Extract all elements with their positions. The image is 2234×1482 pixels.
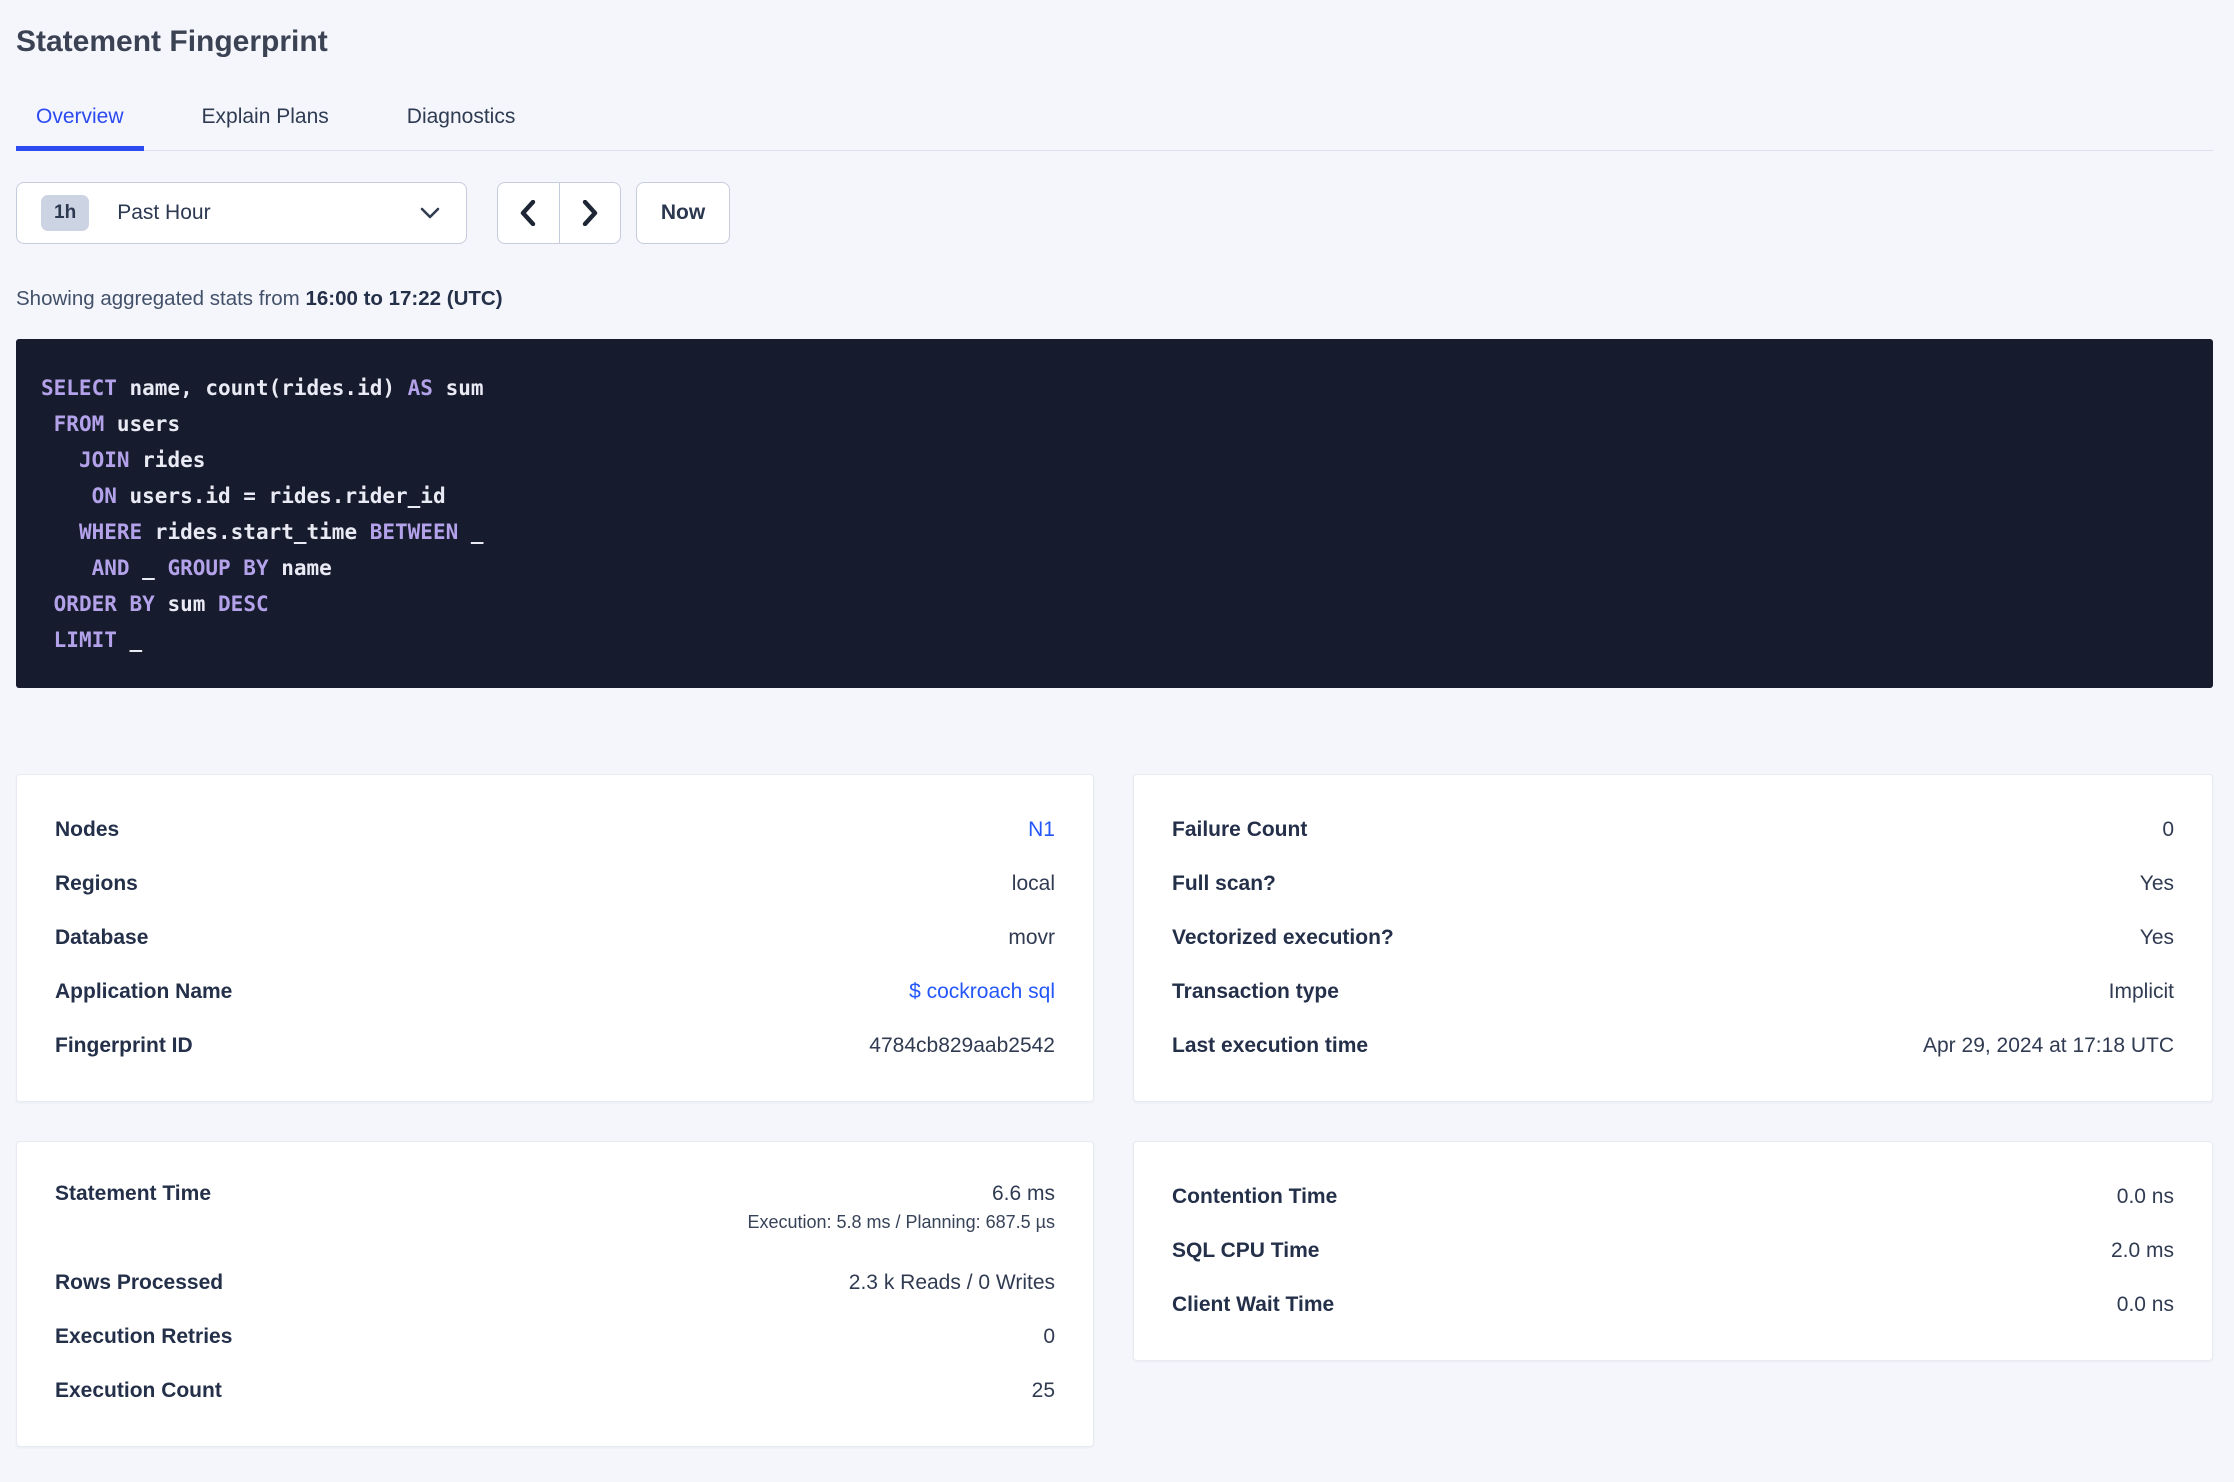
- row-label: Database: [55, 926, 149, 949]
- row-label: Transaction type: [1172, 980, 1339, 1003]
- card-row: Client Wait Time 0.0 ns: [1172, 1278, 2174, 1332]
- tab-explain-plans[interactable]: Explain Plans: [182, 104, 349, 151]
- row-label: Statement Time: [55, 1182, 211, 1205]
- card-row: Last execution time Apr 29, 2024 at 17:18…: [1172, 1019, 2174, 1073]
- interval-badge: 1h: [41, 195, 90, 231]
- row-value-link[interactable]: $ cockroach sql: [909, 980, 1055, 1004]
- time-interval-select[interactable]: 1h Past Hour: [16, 182, 467, 244]
- row-subvalue: Execution: 5.8 ms / Planning: 687.5 µs: [747, 1212, 1055, 1232]
- row-value: 0: [1043, 1325, 1055, 1348]
- sql-line: ORDER BY sum DESC: [53, 592, 269, 616]
- sql-line: AND _ GROUP BY name: [91, 556, 332, 580]
- row-label: Regions: [55, 872, 138, 895]
- row-value: local: [1011, 872, 1055, 895]
- summary-cards: Nodes N1 Regions local Database movr Applicati…: [16, 774, 2213, 1447]
- interval-label: Past Hour: [117, 201, 211, 224]
- row-value: 6.6 ms: [991, 1182, 1055, 1205]
- time-toolbar: 1h Past Hour Now: [16, 182, 2213, 244]
- card-row: Execution Count 25: [55, 1364, 1055, 1418]
- row-value: 0.0 ns: [2116, 1185, 2174, 1208]
- sql-line: SELECT name, count(rides.id) AS sum: [41, 376, 484, 400]
- row-label: Execution Retries: [55, 1325, 233, 1348]
- card-row: Failure Count 0: [1172, 803, 2174, 857]
- row-value: Yes: [2139, 926, 2174, 949]
- prev-interval-button[interactable]: [498, 183, 559, 243]
- row-label: SQL CPU Time: [1172, 1239, 1320, 1262]
- tab-bar: Overview Explain Plans Diagnostics: [16, 104, 2213, 151]
- row-label: Failure Count: [1172, 818, 1308, 841]
- row-label: Application Name: [55, 980, 233, 1003]
- row-value: 0: [2162, 818, 2174, 841]
- aggregated-stats-caption: Showing aggregated stats from 16:00 to 1…: [16, 286, 2213, 312]
- sql-line: JOIN rides: [78, 448, 206, 472]
- sql-line: WHERE rides.start_time BETWEEN _: [78, 520, 484, 544]
- statement-timing-right-card: Contention Time 0.0 ns SQL CPU Time 2.0 ms C…: [1133, 1141, 2213, 1361]
- row-label: Fingerprint ID: [55, 1034, 193, 1057]
- sql-line: FROM users: [53, 412, 181, 436]
- row-value: 2.3 k Reads / 0 Writes: [848, 1271, 1055, 1294]
- card-row: Vectorized execution? Yes: [1172, 911, 2174, 965]
- card-row: Nodes N1: [55, 803, 1055, 857]
- statement-fingerprint-page: Statement Fingerprint Overview Explain Pl…: [0, 24, 2234, 1447]
- chevron-left-icon: [520, 200, 536, 226]
- row-value-link[interactable]: N1: [1028, 818, 1055, 842]
- row-value: 2.0 ms: [2110, 1239, 2174, 1262]
- sql-statement-box: SELECT name, count(rides.id) AS sum FROM…: [16, 339, 2213, 688]
- card-row: SQL CPU Time 2.0 ms: [1172, 1224, 2174, 1278]
- now-button[interactable]: Now: [636, 182, 730, 244]
- row-value: Apr 29, 2024 at 17:18 UTC: [1923, 1034, 2174, 1057]
- row-value: movr: [1008, 926, 1055, 949]
- caption-time-range: 16:00 to 17:22 (UTC): [305, 287, 503, 310]
- card-row: Rows Processed 2.3 k Reads / 0 Writes: [55, 1256, 1055, 1310]
- sql-line: ON users.id = rides.rider_id: [91, 484, 446, 508]
- row-value: Yes: [2139, 872, 2174, 895]
- statement-details-right-card: Failure Count 0 Full scan? Yes Vectorized ex…: [1133, 774, 2213, 1102]
- row-value: 25: [1031, 1379, 1055, 1402]
- card-row: Contention Time 0.0 ns: [1172, 1170, 2174, 1224]
- card-row: Full scan? Yes: [1172, 857, 2174, 911]
- sql-line: LIMIT _: [53, 628, 143, 652]
- statement-timing-left-card: Statement Time 6.6 ms Execution: 5.8 ms / …: [16, 1141, 1094, 1447]
- card-row: Fingerprint ID 4784cb829aab2542: [55, 1019, 1055, 1073]
- row-label: Vectorized execution?: [1172, 926, 1394, 949]
- time-pager: [497, 182, 621, 244]
- card-row: Application Name $ cockroach sql: [55, 965, 1055, 1019]
- card-row: Transaction type Implicit: [1172, 965, 2174, 1019]
- card-row: Database movr: [55, 911, 1055, 965]
- row-value: Implicit: [2108, 980, 2174, 1003]
- next-interval-button[interactable]: [558, 183, 621, 243]
- card-row: Statement Time 6.6 ms Execution: 5.8 ms / …: [55, 1170, 1055, 1256]
- card-row: Execution Retries 0: [55, 1310, 1055, 1364]
- row-value: 4784cb829aab2542: [869, 1034, 1055, 1057]
- tab-overview[interactable]: Overview: [16, 104, 144, 151]
- card-row: Regions local: [55, 857, 1055, 911]
- row-label: Last execution time: [1172, 1034, 1369, 1057]
- caption-prefix: Showing aggregated stats from: [16, 287, 306, 310]
- row-label: Contention Time: [1172, 1185, 1338, 1208]
- chevron-right-icon: [582, 200, 598, 226]
- row-label: Execution Count: [55, 1379, 222, 1402]
- page-title: Statement Fingerprint: [16, 25, 328, 58]
- row-label: Full scan?: [1172, 872, 1276, 895]
- tab-diagnostics[interactable]: Diagnostics: [387, 104, 536, 151]
- chevron-down-icon: [420, 207, 440, 219]
- row-label: Nodes: [55, 818, 120, 841]
- row-value: 0.0 ns: [2116, 1293, 2174, 1316]
- row-label: Client Wait Time: [1172, 1293, 1335, 1316]
- row-label: Rows Processed: [55, 1271, 224, 1294]
- statement-details-left-card: Nodes N1 Regions local Database movr Applicati…: [16, 774, 1094, 1102]
